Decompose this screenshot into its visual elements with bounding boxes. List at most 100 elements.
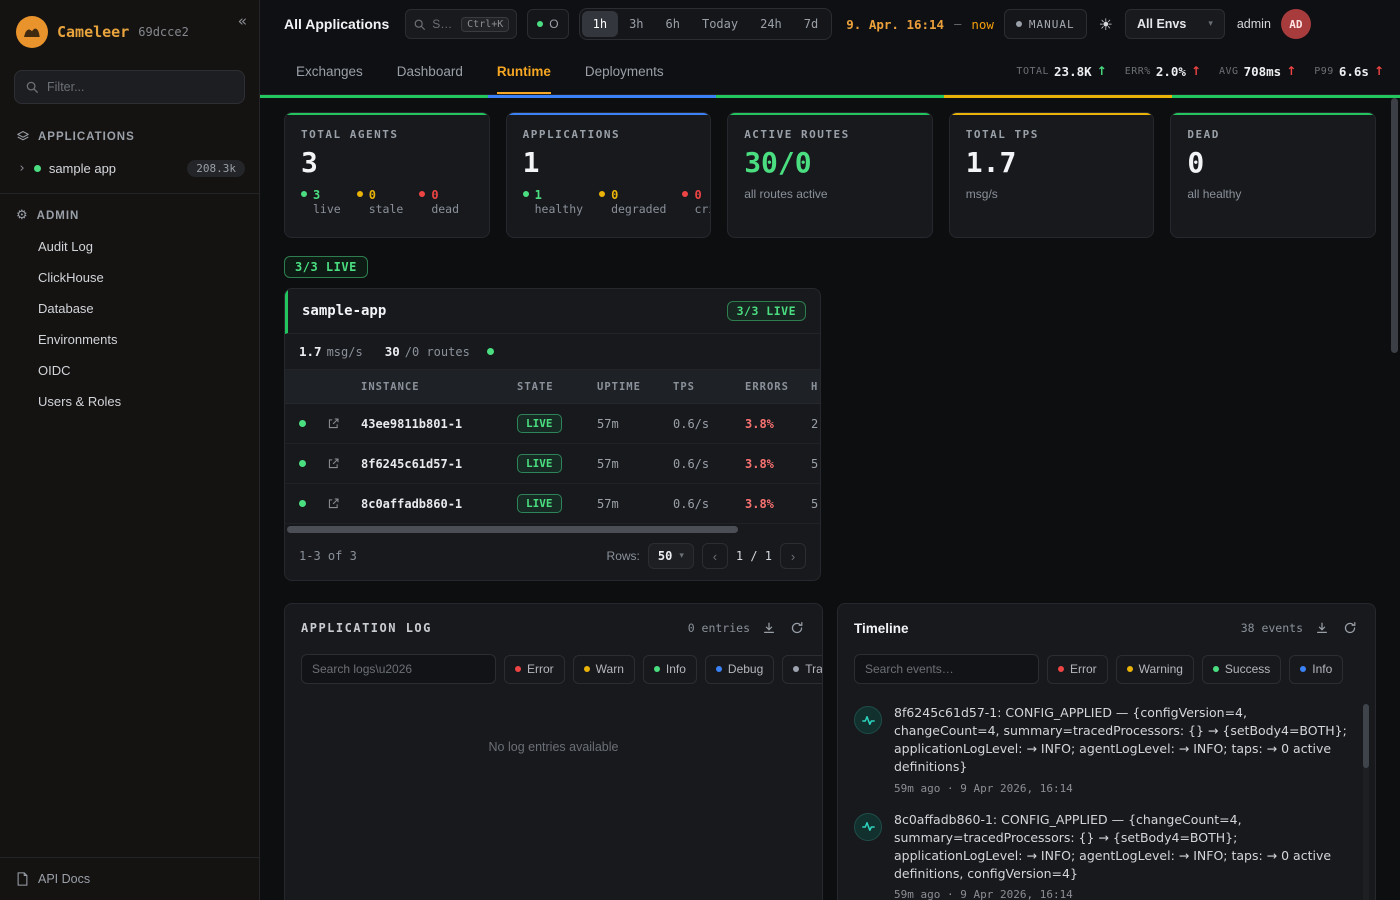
filter-chip-error[interactable]: Error xyxy=(504,655,565,684)
download-icon[interactable] xyxy=(760,619,778,637)
table-horizontal-scrollbar[interactable] xyxy=(287,525,818,534)
tab-dashboard[interactable]: Dashboard xyxy=(397,48,463,94)
sidebar-item-clickhouse[interactable]: ClickHouse xyxy=(0,262,259,293)
tab-runtime[interactable]: Runtime xyxy=(497,48,551,94)
tps-cell: 0.6/s xyxy=(673,457,745,471)
api-docs-link[interactable]: API Docs xyxy=(0,857,259,900)
global-search[interactable]: Ctrl+K xyxy=(405,9,517,39)
event-text: 8c0affadb860-1: CONFIG_APPLIED — {change… xyxy=(894,811,1349,884)
next-page-button[interactable]: › xyxy=(780,543,806,569)
scrollbar-thumb[interactable] xyxy=(1363,704,1369,768)
sample-app-label: sample app xyxy=(49,161,116,176)
table-row[interactable]: 43ee9811b801-1 LIVE 57m 0.6/s 3.8% 2 xyxy=(285,404,820,444)
online-status-label: O xyxy=(549,17,558,31)
scrollbar-thumb[interactable] xyxy=(287,526,738,533)
card-total-agents: TOTAL AGENTS 3 3live 0stale 0dead xyxy=(284,112,490,238)
filter-chip-trace[interactable]: Trace xyxy=(782,655,822,684)
range-button-7d[interactable]: 7d xyxy=(793,11,829,37)
filter-chip-info[interactable]: Info xyxy=(1289,655,1343,684)
range-button-today[interactable]: Today xyxy=(691,11,749,37)
sidebar-item-database[interactable]: Database xyxy=(0,293,259,324)
avatar[interactable]: AD xyxy=(1281,9,1311,39)
main-scrollbar[interactable] xyxy=(1390,98,1399,898)
table-row[interactable]: 8c0affadb860-1 LIVE 57m 0.6/s 3.8% 5 xyxy=(285,484,820,524)
external-link-icon[interactable] xyxy=(327,497,340,510)
app-card-live-badge-wrap: 3/3 LIVE xyxy=(727,301,806,321)
range-button-24h[interactable]: 24h xyxy=(749,11,793,37)
status-dot xyxy=(523,191,529,197)
metric-p99-latency: P99 6.6s ↑ xyxy=(1314,64,1384,79)
activity-pulse-icon xyxy=(854,813,882,841)
keyboard-shortcut-badge: Ctrl+K xyxy=(461,17,509,32)
sidebar-item-oidc[interactable]: OIDC xyxy=(0,355,259,386)
sidebar-collapse-button[interactable]: « xyxy=(238,12,247,30)
chip-dot xyxy=(584,666,590,672)
sidebar-item-sample-app[interactable]: › sample app 208.3k xyxy=(0,152,259,185)
status-dot xyxy=(682,191,688,197)
card-title: DEAD xyxy=(1171,115,1375,141)
username-label: admin xyxy=(1237,17,1271,31)
instance-id: 8c0affadb860-1 xyxy=(361,497,517,511)
sidebar-item-environments[interactable]: Environments xyxy=(0,324,259,355)
manual-refresh-button[interactable]: MANUAL xyxy=(1004,9,1087,39)
card-value: 3 xyxy=(285,141,489,179)
page-title: All Applications xyxy=(284,16,389,32)
manual-dot xyxy=(1016,21,1022,27)
chevron-down-icon: ▾ xyxy=(679,551,684,561)
app-card-title[interactable]: sample-app xyxy=(302,303,386,319)
timeline-scrollbar[interactable] xyxy=(1363,704,1369,900)
card-value: 1.7 xyxy=(950,141,1154,179)
filter-chip-warn[interactable]: Warn xyxy=(573,655,635,684)
sidebar-item-users-roles[interactable]: Users & Roles xyxy=(0,386,259,417)
status-dot xyxy=(357,191,363,197)
timeline-search-input[interactable] xyxy=(854,654,1039,684)
online-status-dot xyxy=(537,21,543,27)
timeline-title: Timeline xyxy=(854,621,909,636)
refresh-icon[interactable] xyxy=(1341,619,1359,637)
environment-select[interactable]: All Envs ▾ xyxy=(1125,9,1225,39)
download-icon[interactable] xyxy=(1313,619,1331,637)
timeline-event[interactable]: 8c0affadb860-1: CONFIG_APPLIED — {change… xyxy=(854,811,1349,900)
theme-toggle-button[interactable]: ☀ xyxy=(1097,15,1115,34)
instance-status-dot xyxy=(299,460,306,467)
header-metrics: TOTAL 23.8K ↑ ERR% 2.0% ↑ AVG 708ms ↑ P9… xyxy=(1016,64,1384,79)
log-search-input[interactable] xyxy=(301,654,496,684)
gear-icon: ⚙ xyxy=(16,208,29,223)
prev-page-button[interactable]: ‹ xyxy=(702,543,728,569)
card-total-tps: TOTAL TPS 1.7 msg/s xyxy=(949,112,1155,238)
range-button-6h[interactable]: 6h xyxy=(655,11,691,37)
card-applications: APPLICATIONS 1 1healthy 0degraded 0criti xyxy=(506,112,712,238)
rows-per-page-select[interactable]: 50 ▾ xyxy=(648,543,694,569)
time-range-group: 1h 3h 6h Today 24h 7d xyxy=(579,8,833,40)
sample-app-card: sample-app 3/3 LIVE 1.7 msg/s 30 /0 rout… xyxy=(284,288,821,581)
table-row[interactable]: 8f6245c61d57-1 LIVE 57m 0.6/s 3.8% 5 xyxy=(285,444,820,484)
filter-chip-error[interactable]: Error xyxy=(1047,655,1108,684)
external-link-icon[interactable] xyxy=(327,457,340,470)
filter-chip-debug[interactable]: Debug xyxy=(705,655,774,684)
external-link-icon[interactable] xyxy=(327,417,340,430)
timeline-event[interactable]: 8f6245c61d57-1: CONFIG_APPLIED — {config… xyxy=(854,704,1349,795)
app-instance-id: 69dcce2 xyxy=(138,25,189,39)
sidebar-item-audit-log[interactable]: Audit Log xyxy=(0,231,259,262)
tab-exchanges[interactable]: Exchanges xyxy=(296,48,363,94)
filter-chip-warning[interactable]: Warning xyxy=(1116,655,1194,684)
card-dead: DEAD 0 all healthy xyxy=(1170,112,1376,238)
range-button-3h[interactable]: 3h xyxy=(618,11,654,37)
online-status-chip[interactable]: O xyxy=(527,9,568,39)
global-search-input[interactable] xyxy=(432,17,454,31)
now-label[interactable]: now xyxy=(971,17,994,32)
card-value: 1 xyxy=(507,141,711,179)
filter-chip-success[interactable]: Success xyxy=(1202,655,1281,684)
row-range-label: 1-3 of 3 xyxy=(299,549,357,563)
card-title: TOTAL AGENTS xyxy=(285,115,489,141)
clipped-cell: 5 xyxy=(811,457,820,471)
topbar: All Applications Ctrl+K O 1h 3h 6h Today… xyxy=(260,0,1400,48)
range-button-1h[interactable]: 1h xyxy=(582,11,618,37)
filter-input[interactable] xyxy=(47,80,234,94)
refresh-icon[interactable] xyxy=(788,619,806,637)
sidebar-divider xyxy=(0,193,259,194)
scrollbar-thumb[interactable] xyxy=(1391,98,1398,353)
filter-chip-info[interactable]: Info xyxy=(643,655,697,684)
tab-deployments[interactable]: Deployments xyxy=(585,48,664,94)
timeline-panel-header: Timeline 38 events xyxy=(838,604,1375,650)
